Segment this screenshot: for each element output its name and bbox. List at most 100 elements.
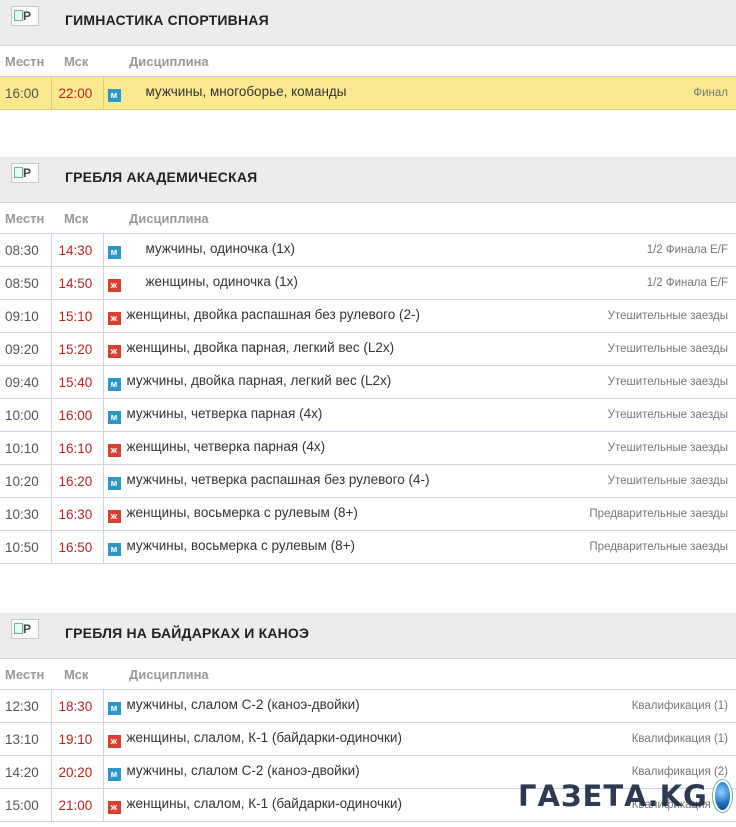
col-local-header: Местн	[0, 45, 51, 77]
col-msk-header: Мск	[51, 45, 103, 77]
local-time: 13:10	[0, 722, 52, 756]
local-time: 14:20	[0, 755, 52, 789]
table-row[interactable]: 10:00 16:00 м мужчины, четверка парная (4х)…	[0, 398, 736, 432]
col-msk-header: Мск	[51, 658, 103, 690]
moscow-time: 16:30	[51, 497, 104, 531]
discipline-name: женщины, одиночка (1х)	[145, 274, 298, 289]
table-row[interactable]: 10:10 16:10 ж женщины, четверка парная (4х)…	[0, 431, 736, 465]
col-local-header: Местн	[0, 658, 51, 690]
section-title: ГИМНАСТИКА СПОРТИВНАЯ	[65, 12, 269, 28]
moscow-time: 19:10	[51, 722, 104, 756]
local-time: 12:30	[0, 689, 52, 723]
table-row[interactable]: 09:40 15:40 м мужчины, двойка парная, легки…	[0, 365, 736, 399]
local-time: 10:30	[0, 497, 52, 531]
local-time: 10:10	[0, 431, 52, 465]
female-badge-icon: ж	[107, 345, 121, 358]
stage-label: Предварительные заезды	[546, 497, 736, 531]
col-stage-header	[546, 45, 736, 77]
male-badge-icon: м	[107, 477, 121, 490]
stage-label: 1/2 Финала E/F	[546, 233, 736, 267]
moscow-time: 15:10	[51, 299, 104, 333]
local-time: 08:30	[0, 233, 52, 267]
schedule-table: Местн Мск Дисциплина 08:30 14:30 м мужчины,…	[0, 202, 736, 564]
moscow-time: 14:30	[51, 233, 104, 267]
local-time: 08:50	[0, 266, 52, 300]
stage-label: 1/2 Финала E/F	[546, 266, 736, 300]
discipline-name: женщины, слалом, К-1 (байдарки-одиночки)	[126, 730, 402, 745]
female-badge-icon: ж	[107, 735, 121, 748]
moscow-time: 16:50	[51, 530, 104, 564]
section-rowing: P ГРЕБЛЯ АКАДЕМИЧЕСКАЯ Местн Мск Дисципл…	[0, 157, 736, 564]
local-time: 16:00	[0, 76, 52, 110]
discipline-name: женщины, двойка распашная без рулевого (…	[126, 307, 421, 322]
female-badge-icon: ж	[107, 801, 121, 814]
discipline-name: женщины, двойка парная, легкий вес (L2x)	[126, 340, 395, 355]
male-badge-icon: м	[107, 543, 121, 556]
table-row[interactable]: 13:10 19:10 ж женщины, слалом, К-1 (байдарк…	[0, 722, 736, 756]
discipline-cell: ж женщины, восьмерка с рулевым (8+)	[103, 497, 546, 531]
moscow-time: 20:20	[51, 755, 104, 789]
discipline-name: мужчины, двойка парная, легкий вес (L2x)	[126, 373, 392, 388]
watermark-logo: ГАЗЕТА.KG	[518, 768, 732, 824]
local-time: 15:00	[0, 788, 52, 822]
discipline-cell: ж женщины, слалом, К-1 (байдарки-одиночки…	[103, 788, 546, 822]
moscow-time: 16:10	[51, 431, 104, 465]
table-row[interactable]: 10:50 16:50 м мужчины, восьмерка с рулевым …	[0, 530, 736, 564]
table-row[interactable]: 09:20 15:20 ж женщины, двойка парная, легки…	[0, 332, 736, 366]
stage-label: Утешительные заезды	[546, 398, 736, 432]
moscow-time: 14:50	[51, 266, 104, 300]
discipline-name: женщины, восьмерка с рулевым (8+)	[126, 505, 358, 520]
section-header: P ГРЕБЛЯ АКАДЕМИЧЕСКАЯ	[0, 157, 736, 202]
section-title: ГРЕБЛЯ НА БАЙДАРКАХ И КАНОЭ	[65, 625, 310, 641]
table-row[interactable]: 08:30 14:30 м мужчины, одиночка (1х) 1/2 Фин…	[0, 233, 736, 267]
moscow-time: 18:30	[51, 689, 104, 723]
local-time: 10:20	[0, 464, 52, 498]
moscow-time: 16:20	[51, 464, 104, 498]
stage-label: Утешительные заезды	[546, 299, 736, 333]
discipline-cell: ж женщины, двойка парная, легкий вес (L2x…	[103, 332, 546, 366]
local-time: 09:40	[0, 365, 52, 399]
section-gymnastics: P ГИМНАСТИКА СПОРТИВНАЯ Местн Мск Дисцип…	[0, 0, 736, 110]
table-row[interactable]: 10:20 16:20 м мужчины, четверка распашная б…	[0, 464, 736, 498]
moscow-time: 15:20	[51, 332, 104, 366]
discipline-cell: м мужчины, многоборье, команды	[103, 76, 546, 110]
table-row[interactable]: 16:00 22:00 м мужчины, многоборье, команд…	[0, 76, 736, 110]
discipline-name: мужчины, одиночка (1х)	[145, 241, 296, 256]
section-header: P ГИМНАСТИКА СПОРТИВНАЯ	[0, 0, 736, 45]
discipline-name: мужчины, восьмерка с рулевым (8+)	[126, 538, 356, 553]
col-stage-header	[546, 658, 736, 690]
stage-label: Утешительные заезды	[546, 332, 736, 366]
local-time: 10:50	[0, 530, 52, 564]
stage-label: Утешительные заезды	[546, 464, 736, 498]
moscow-time: 21:00	[51, 788, 104, 822]
discipline-name: женщины, слалом, К-1 (байдарки-одиночки)	[126, 796, 402, 811]
discipline-cell: м мужчины, одиночка (1х)	[103, 233, 546, 267]
table-header-row: Местн Мск Дисциплина	[0, 45, 736, 77]
female-badge-icon: ж	[107, 312, 121, 325]
table-row[interactable]: 10:30 16:30 ж женщины, восьмерка с рулевым …	[0, 497, 736, 531]
discipline-cell: ж женщины, слалом, К-1 (байдарки-одиночки…	[103, 722, 546, 756]
col-stage-header	[546, 202, 736, 234]
discipline-cell: м мужчины, слалом С-2 (каноэ-двойки)	[103, 755, 546, 789]
discipline-name: мужчины, слалом С-2 (каноэ-двойки)	[126, 763, 360, 778]
discipline-name: мужчины, слалом С-2 (каноэ-двойки)	[126, 697, 360, 712]
stage-label: Утешительные заезды	[546, 431, 736, 465]
table-row[interactable]: 09:10 15:10 ж женщины, двойка распашная без…	[0, 299, 736, 333]
table-row[interactable]: 08:50 14:50 ж женщины, одиночка (1х) 1/2 Фин…	[0, 266, 736, 300]
male-badge-icon: м	[107, 702, 121, 715]
discipline-name: мужчины, четверка распашная без рулевого…	[126, 472, 430, 487]
male-badge-icon: м	[107, 768, 121, 781]
moscow-time: 22:00	[51, 76, 104, 110]
stage-label: Финал	[546, 76, 736, 110]
discipline-cell: м мужчины, двойка парная, легкий вес (L2x…	[103, 365, 546, 399]
discipline-cell: м мужчины, восьмерка с рулевым (8+)	[103, 530, 546, 564]
sport-image-icon: P	[11, 619, 39, 639]
female-badge-icon: ж	[107, 444, 121, 457]
male-badge-icon: м	[107, 411, 121, 424]
table-row[interactable]: 12:30 18:30 м мужчины, слалом С-2 (каноэ-дв…	[0, 689, 736, 723]
discipline-cell: м мужчины, слалом С-2 (каноэ-двойки)	[103, 689, 546, 723]
watermark-text: ГАЗЕТА.KG	[518, 779, 708, 813]
col-discipline-header: Дисциплина	[103, 658, 546, 690]
local-time: 10:00	[0, 398, 52, 432]
discipline-name: женщины, четверка парная (4х)	[126, 439, 326, 454]
